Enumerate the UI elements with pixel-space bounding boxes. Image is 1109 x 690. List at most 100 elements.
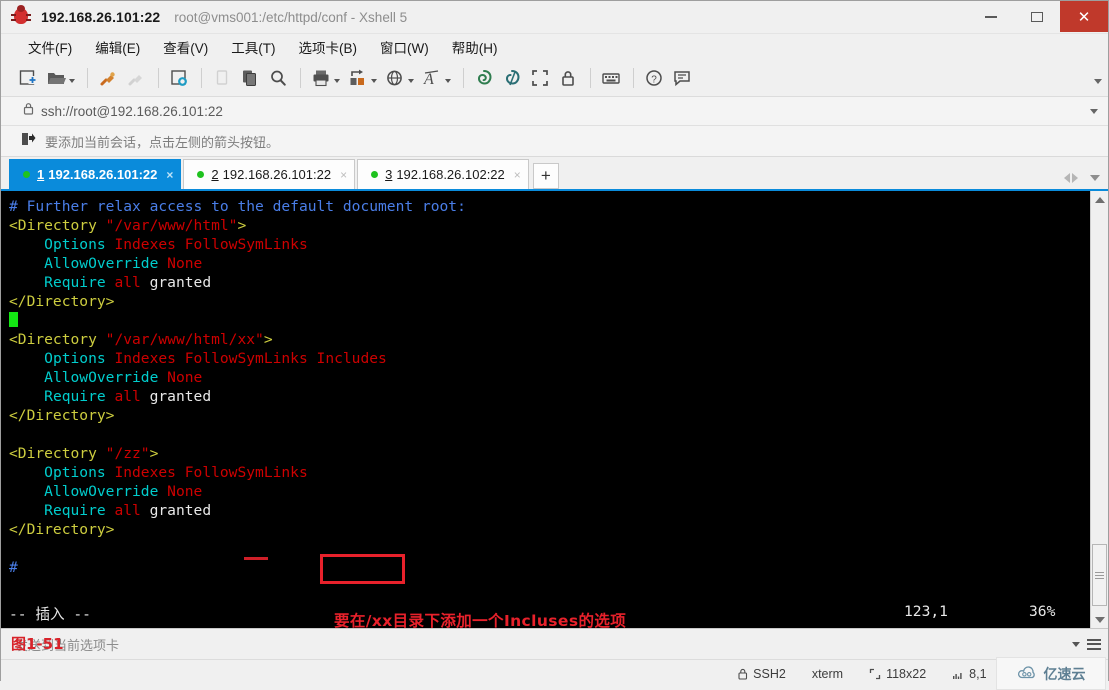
svg-text:?: ? [651, 75, 657, 86]
toolbar-separator [300, 68, 301, 88]
tab-number: 2 [211, 167, 219, 182]
close-icon: ✕ [1077, 8, 1091, 26]
terminal-line: # [9, 558, 1090, 577]
green-wheel-icon[interactable] [471, 64, 497, 92]
tab-2[interactable]: 2 192.168.26.101:22 × [183, 159, 356, 189]
transfer-icon[interactable] [345, 64, 380, 92]
minimize-button[interactable] [968, 1, 1014, 32]
new-session-icon[interactable] [15, 64, 41, 92]
web-icon[interactable] [382, 64, 417, 92]
menu-tools[interactable]: 工具(T) [222, 35, 284, 59]
terminal-text: Require [44, 388, 115, 405]
address-bar[interactable]: ssh://root@192.168.26.101:22 [1, 97, 1108, 126]
tab-1[interactable]: 1 192.168.26.101:22 × [9, 159, 182, 189]
menu-help[interactable]: 帮助(H) [443, 35, 507, 59]
chevron-down-icon[interactable] [1072, 641, 1080, 647]
terminal-text: None [167, 483, 203, 500]
chevron-down-icon[interactable] [334, 78, 340, 83]
lock-icon[interactable] [555, 64, 581, 92]
chevron-down-icon[interactable] [1090, 108, 1098, 114]
tab-close-icon[interactable]: × [340, 168, 347, 182]
terminal-text: </Directory> [9, 407, 115, 424]
menu-window[interactable]: 窗口(W) [371, 35, 438, 59]
chevron-down-icon[interactable] [69, 78, 75, 83]
window-title: 192.168.26.101:22 [41, 9, 161, 25]
lock-icon [23, 102, 34, 120]
status-protocol: SSH2 [738, 667, 786, 681]
menu-edit[interactable]: 编辑(E) [86, 35, 149, 59]
command-input-bar[interactable]: 发送到当前选项卡 图1-51 [1, 628, 1108, 659]
tab-close-icon[interactable]: × [514, 168, 521, 182]
chevron-down-icon[interactable] [408, 78, 414, 83]
terminal-area: # Further relax access to the default do… [1, 189, 1108, 630]
terminal-text: None [167, 369, 203, 386]
annotation-highlight-box [320, 554, 405, 584]
fullscreen-icon[interactable] [527, 64, 553, 92]
toolbar-separator [463, 68, 464, 88]
svg-text:A: A [423, 71, 434, 88]
chevron-left-icon[interactable] [1064, 173, 1070, 183]
comment-icon[interactable] [669, 64, 695, 92]
tab-number: 1 [37, 167, 45, 182]
disconnect-icon [123, 64, 149, 92]
tab-3[interactable]: 3 192.168.26.102:22 × [357, 159, 529, 189]
terminal-scrollbar[interactable] [1090, 191, 1108, 628]
terminal-output[interactable]: # Further relax access to the default do… [1, 191, 1090, 628]
help-icon[interactable]: ? [641, 64, 667, 92]
terminal-text: Options [44, 464, 115, 481]
tab-scroll-controls[interactable] [1064, 173, 1078, 183]
chevron-down-icon[interactable] [371, 78, 377, 83]
scroll-percent: 36% [1029, 603, 1056, 620]
hint-bar: 要添加当前会话，点击左侧的箭头按钮。 [1, 126, 1108, 157]
session-properties-icon[interactable] [166, 64, 192, 92]
terminal-text: <Directory [9, 445, 106, 462]
tab-number: 3 [385, 167, 393, 182]
teal-wheel-icon[interactable] [499, 64, 525, 92]
menu-file[interactable]: 文件(F) [19, 35, 81, 59]
terminal-text: all [114, 502, 150, 519]
terminal-text: AllowOverride [44, 255, 168, 272]
keyboard-icon[interactable] [598, 64, 624, 92]
minimize-icon [985, 15, 997, 18]
terminal-line: <Directory "/zz"> [9, 444, 1090, 463]
tab-list-menu-icon[interactable] [1090, 175, 1100, 181]
scroll-down-button[interactable] [1091, 611, 1108, 628]
terminal-line: Options Indexes FollowSymLinks Includes [9, 349, 1090, 368]
chevron-right-icon[interactable] [1072, 173, 1078, 183]
terminal-text: Indexes FollowSymLinks Includes [114, 350, 387, 367]
terminal-line: AllowOverride None [9, 368, 1090, 387]
new-tab-button[interactable]: + [532, 163, 559, 189]
add-session-arrow-icon[interactable] [21, 132, 36, 151]
print-icon[interactable] [308, 64, 343, 92]
scrollbar-thumb[interactable] [1092, 544, 1107, 606]
tab-close-icon[interactable]: × [166, 168, 173, 182]
status-cursor: 8,1 [952, 667, 987, 681]
open-folder-icon[interactable] [43, 64, 78, 92]
hamburger-icon[interactable] [1087, 636, 1101, 652]
font-icon[interactable]: A [419, 64, 454, 92]
maximize-button[interactable] [1014, 1, 1060, 32]
chevron-down-icon[interactable] [445, 78, 451, 83]
watermark: 亿速云 [996, 657, 1106, 690]
terminal-text: # [9, 559, 18, 576]
scroll-up-button[interactable] [1091, 191, 1108, 208]
cursor-position: 123,1 [904, 603, 948, 620]
toolbar-overflow-icon[interactable] [1094, 79, 1102, 84]
menu-view[interactable]: 查看(V) [154, 35, 217, 59]
terminal-line [9, 311, 1090, 330]
find-icon[interactable] [265, 64, 291, 92]
terminal-text: <Directory [9, 331, 106, 348]
menu-tabs[interactable]: 选项卡(B) [290, 35, 367, 59]
close-button[interactable]: ✕ [1060, 1, 1108, 32]
copy-icon[interactable] [237, 64, 263, 92]
terminal-text: Require [44, 274, 115, 291]
connect-icon[interactable] [95, 64, 121, 92]
toolbar-separator [87, 68, 88, 88]
